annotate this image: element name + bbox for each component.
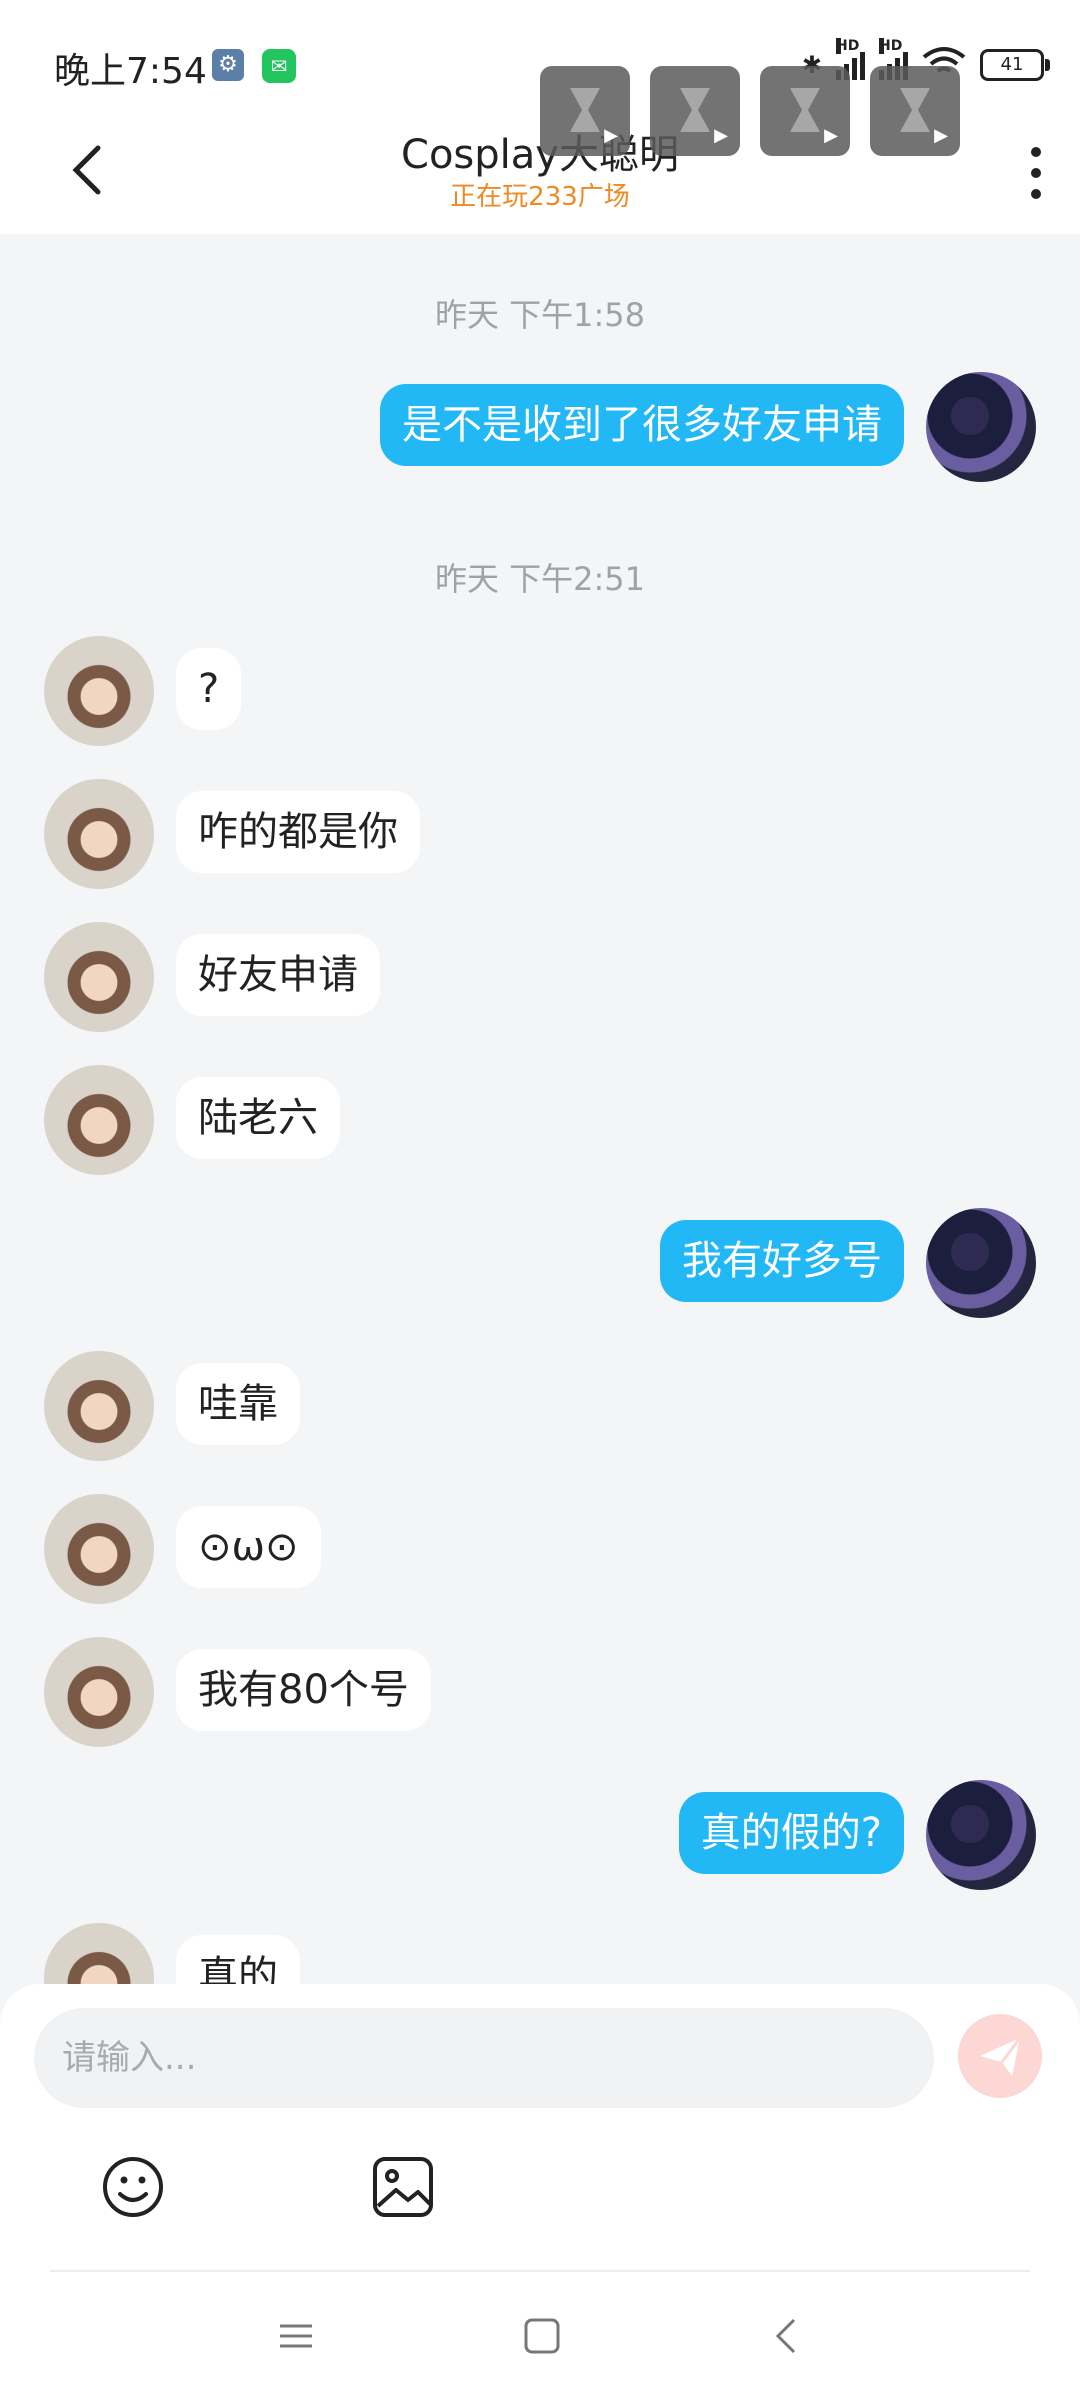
message-bubble-sent[interactable]: 是不是收到了很多好友申请 (380, 384, 904, 466)
nav-recents-button[interactable] (274, 2314, 318, 2358)
more-options-button[interactable] (1006, 138, 1066, 208)
message-bubble-received[interactable]: ⊙ω⊙ (176, 1506, 321, 1588)
contact-avatar[interactable] (44, 636, 154, 746)
message-row: 我有好多号 (0, 1208, 1080, 1318)
contact-avatar[interactable] (44, 1351, 154, 1461)
message-row: ⊙ω⊙ (0, 1494, 1080, 1604)
contact-avatar[interactable] (44, 1637, 154, 1747)
message-bubble-received[interactable]: 咋的都是你 (176, 791, 420, 873)
message-row: 是不是收到了很多好友申请 (0, 372, 1080, 482)
image-icon (373, 2157, 433, 2217)
emoji-button[interactable] (100, 2154, 166, 2220)
message-bubble-received[interactable]: ? (176, 648, 242, 730)
more-vertical-icon (1031, 147, 1041, 199)
my-avatar[interactable] (926, 372, 1036, 482)
contact-avatar[interactable] (44, 779, 154, 889)
message-row: 好友申请 (0, 922, 1080, 1032)
floating-video-icon-1[interactable] (540, 66, 630, 156)
message-row: 哇靠 (0, 1351, 1080, 1461)
floating-video-icon-4[interactable] (870, 66, 960, 156)
message-row: 咋的都是你 (0, 779, 1080, 889)
hd-label: HD (836, 38, 860, 54)
contact-status: 正在玩233广场 (450, 182, 630, 212)
message-bubble-received[interactable]: 真的 (176, 1935, 300, 1984)
message-bubble-sent[interactable]: 我有好多号 (660, 1220, 904, 1302)
floating-video-icons (540, 66, 960, 156)
message-row: 真的 (0, 1923, 1080, 1984)
timestamp: 昨天 下午1:58 (434, 296, 646, 334)
send-icon (980, 2037, 1022, 2076)
message-bubble-received[interactable]: 哇靠 (176, 1363, 300, 1445)
chevron-left-icon (775, 2318, 796, 2354)
message-row: 陆老六 (0, 1065, 1080, 1175)
contact-avatar[interactable] (44, 1494, 154, 1604)
smiley-icon (103, 2157, 163, 2217)
message-row: ? (0, 636, 1080, 746)
contact-avatar[interactable] (44, 922, 154, 1032)
contact-avatar[interactable] (44, 1923, 154, 1984)
home-square-icon (524, 2318, 560, 2354)
message-bubble-sent[interactable]: 真的假的? (678, 1792, 904, 1874)
battery-icon: 41 (980, 49, 1050, 81)
contact-avatar[interactable] (44, 1065, 154, 1175)
image-picker-button[interactable] (370, 2154, 436, 2220)
my-avatar[interactable] (926, 1780, 1036, 1890)
status-time: 晚上7:54 (54, 51, 207, 92)
message-input[interactable]: 请输入... (34, 2008, 934, 2108)
message-bubble-received[interactable]: 陆老六 (176, 1077, 340, 1159)
message-bubble-received[interactable]: 好友申请 (176, 934, 380, 1016)
divider (50, 2270, 1030, 2272)
input-panel: 请输入... (0, 1984, 1080, 2400)
chat-messages[interactable]: 昨天 下午1:58 是不是收到了很多好友申请 昨天 下午2:51 ? 咋的都是你… (0, 234, 1080, 1984)
nav-back-button[interactable] (766, 2314, 810, 2358)
send-button[interactable] (958, 2014, 1042, 2098)
timestamp: 昨天 下午2:51 (434, 560, 646, 598)
floating-video-icon-3[interactable] (760, 66, 850, 156)
message-row: 真的假的? (0, 1780, 1080, 1890)
menu-icon (280, 2324, 312, 2348)
hd-label-2: HD (879, 38, 903, 54)
wechat-notification-icon: ✉ (262, 49, 296, 83)
my-avatar[interactable] (926, 1208, 1036, 1318)
message-bubble-received[interactable]: 我有80个号 (176, 1649, 431, 1731)
floating-video-icon-2[interactable] (650, 66, 740, 156)
message-row: 我有80个号 (0, 1637, 1080, 1747)
settings-notification-icon: ⚙ (212, 49, 244, 81)
nav-home-button[interactable] (520, 2314, 564, 2358)
